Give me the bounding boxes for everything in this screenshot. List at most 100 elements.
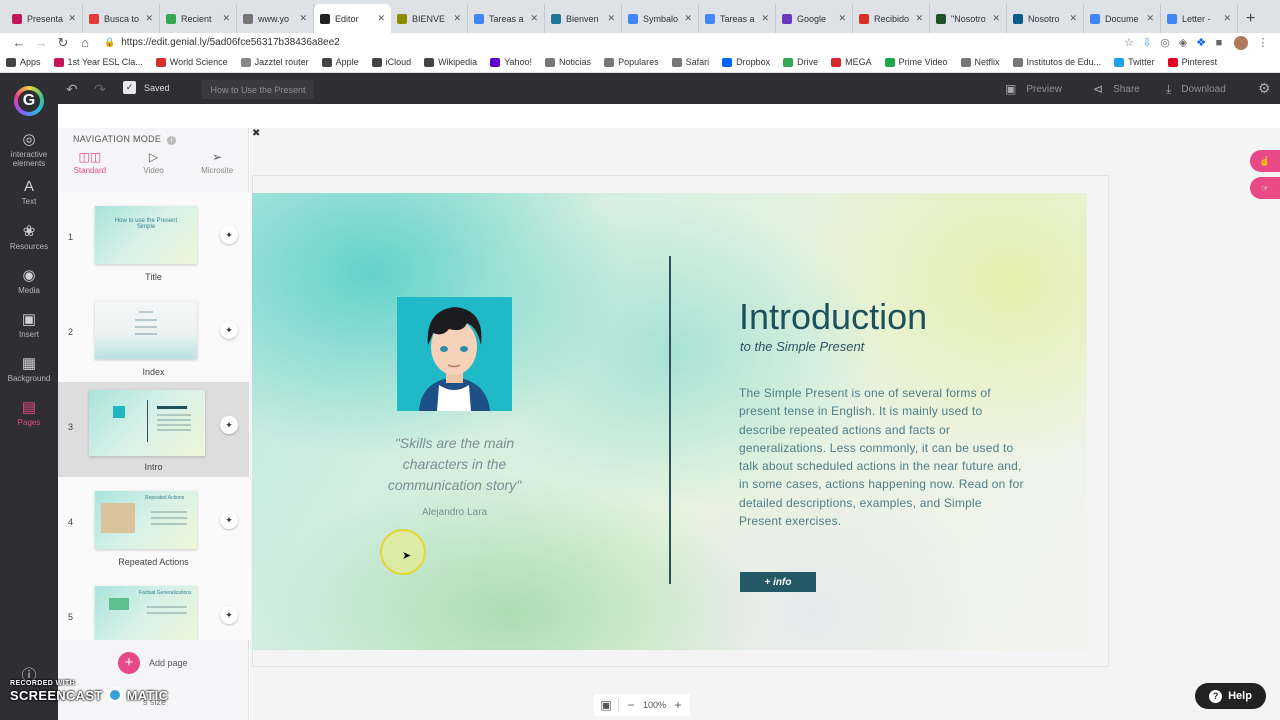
close-icon[interactable]: ✕ [915,13,923,24]
nav-media[interactable]: ◉ Media [0,266,58,295]
side-tool-button[interactable]: ☝ [1250,150,1280,172]
browser-tab[interactable]: Letter - ✕ [1161,4,1238,33]
bookmark-item[interactable]: Apps [6,57,41,67]
page-item[interactable]: 1 How to use the Present Simple ✦ Title [58,192,249,287]
close-icon[interactable]: ✕ [1223,13,1231,24]
page-item[interactable]: 3 ✦ Intro [58,382,249,477]
bookmark-item[interactable]: World Science [155,57,228,67]
close-icon[interactable]: ✕ [145,13,153,24]
close-icon[interactable]: ✕ [992,13,1000,24]
bookmark-item[interactable]: Prime Video [884,57,948,67]
close-icon[interactable]: ✕ [684,13,692,24]
close-icon[interactable]: ✕ [607,13,615,24]
nav-background[interactable]: ▦ Background [0,354,58,383]
nav-interactive-elements[interactable]: ◎ interactive elements [0,130,58,168]
help-button[interactable]: ? Help [1195,683,1266,709]
slide-canvas[interactable]: "Skills are the main characters in the c… [252,193,1087,650]
bookmark-item[interactable]: Safari [671,57,709,67]
close-icon[interactable]: ✕ [299,13,307,24]
extension-icon[interactable]: ◎ [1156,36,1174,49]
bookmark-item[interactable]: Yahoo! [490,57,532,67]
quote-text[interactable]: "Skills are the main characters in the c… [367,433,542,496]
close-icon[interactable]: ✕ [222,13,230,24]
magic-wand-icon[interactable]: ✦ [220,226,238,244]
nav-text[interactable]: A Text [0,178,58,206]
close-icon[interactable]: ✕ [1069,13,1077,24]
page-thumbnail[interactable] [95,301,197,359]
extension-icon[interactable]: ◈ [1174,36,1192,49]
slide-subtitle[interactable]: to the Simple Present [740,339,864,354]
bookmark-item[interactable]: MEGA [831,57,872,67]
browser-tab[interactable]: Docume ✕ [1084,4,1161,33]
page-thumbnail[interactable]: How to use the Present Simple [95,206,197,264]
bookmark-item[interactable]: Pinterest [1167,57,1217,67]
quote-author[interactable]: Alejandro Lara [367,507,542,518]
bookmark-item[interactable]: Twitter [1114,57,1155,67]
zoom-out-icon[interactable]: − [619,698,643,712]
browser-tab[interactable]: Recibido ✕ [853,4,930,33]
forward-icon[interactable]: → [30,35,52,50]
bookmark-item[interactable]: Institutos de Edu... [1012,57,1101,67]
magic-wand-icon[interactable]: ✦ [220,511,238,529]
browser-tab[interactable]: Google ✕ [776,4,853,33]
settings-gear-icon[interactable]: ⚙ [1258,80,1271,97]
reload-icon[interactable]: ↻ [52,35,74,51]
browser-tab[interactable]: www.yo ✕ [237,4,314,33]
nav-insert[interactable]: ▣ Insert [0,310,58,339]
page-thumbnail[interactable]: Factual Generalizations [95,586,197,640]
avatar-illustration[interactable] [397,297,512,411]
browser-tab[interactable]: Editor ✕ [314,4,391,33]
preview-button[interactable]: ▣ Preview [1005,82,1062,96]
nav-pages[interactable]: ▤ Pages [0,398,58,427]
share-button[interactable]: ⊲ Share [1093,82,1140,96]
magic-wand-icon[interactable]: ✦ [220,606,238,624]
slide-body-text[interactable]: The Simple Present is one of several for… [739,384,1024,530]
slide-title[interactable]: Introduction [739,296,927,338]
bookmark-item[interactable]: Wikipedia [424,57,477,67]
page-thumbnail[interactable] [89,390,205,456]
document-title[interactable]: How to Use the Present [202,80,314,99]
browser-tab[interactable]: BIENVE ✕ [391,4,468,33]
close-icon[interactable]: ✕ [453,13,461,24]
bookmark-item[interactable]: Netflix [960,57,1000,67]
page-item[interactable]: 4 Repeated Actions ✦ Repeated Actions [58,477,249,572]
add-page-button[interactable]: + Add page [118,652,188,674]
page-item[interactable]: 5 Factual Generalizations ✦ [58,572,249,640]
info-icon[interactable]: i [166,136,176,145]
close-icon[interactable]: ✕ [530,13,538,24]
download-button[interactable]: ⤓ Download [1166,82,1226,97]
bookmark-item[interactable]: 1st Year ESL Cla... [53,57,143,67]
bookmark-item[interactable]: Noticias [545,57,591,67]
browser-tab[interactable]: Tareas a ✕ [699,4,776,33]
browser-tab[interactable]: Presenta ✕ [6,4,83,33]
mode-standard[interactable]: ◫◫ Standard [58,150,122,182]
browser-tab[interactable]: "Nosotro ✕ [930,4,1007,33]
genially-logo[interactable] [14,86,44,116]
browser-tab[interactable]: Bienven ✕ [545,4,622,33]
back-icon[interactable]: ← [8,35,30,50]
zoom-in-icon[interactable]: + [666,698,690,712]
magic-wand-icon[interactable]: ✦ [220,416,238,434]
browser-tab[interactable]: Symbalo ✕ [622,4,699,33]
dropbox-ext-icon[interactable]: ❖ [1192,36,1210,49]
close-icon[interactable]: ✕ [377,13,385,24]
browser-tab[interactable]: Nosotro ✕ [1007,4,1084,33]
bookmark-item[interactable]: Apple [321,57,359,67]
bookmark-item[interactable]: Drive [783,57,818,67]
download-ext-icon[interactable]: ⇩ [1138,36,1156,49]
page-item[interactable]: 2 ✦ Index [58,287,249,382]
mode-video[interactable]: ▷ Video [122,150,186,182]
profile-avatar[interactable] [1234,35,1248,50]
redo-icon[interactable]: ↷ [94,81,106,98]
magic-wand-icon[interactable]: ✦ [220,321,238,339]
browser-menu-icon[interactable]: ⋮ [1254,36,1272,49]
browser-tab[interactable]: Recient ✕ [160,4,237,33]
mode-microsite[interactable]: ➢ Microsite [185,150,249,182]
browser-tab[interactable]: Tareas a ✕ [468,4,545,33]
extension-icon[interactable]: ■ [1210,37,1228,49]
bookmark-item[interactable]: iCloud [371,57,411,67]
bookmark-item[interactable]: Populares [604,57,659,67]
side-tool-button[interactable]: ☞ [1250,177,1280,199]
nav-resources[interactable]: ❀ Resources [0,222,58,251]
bookmark-star-icon[interactable]: ☆ [1120,36,1138,49]
